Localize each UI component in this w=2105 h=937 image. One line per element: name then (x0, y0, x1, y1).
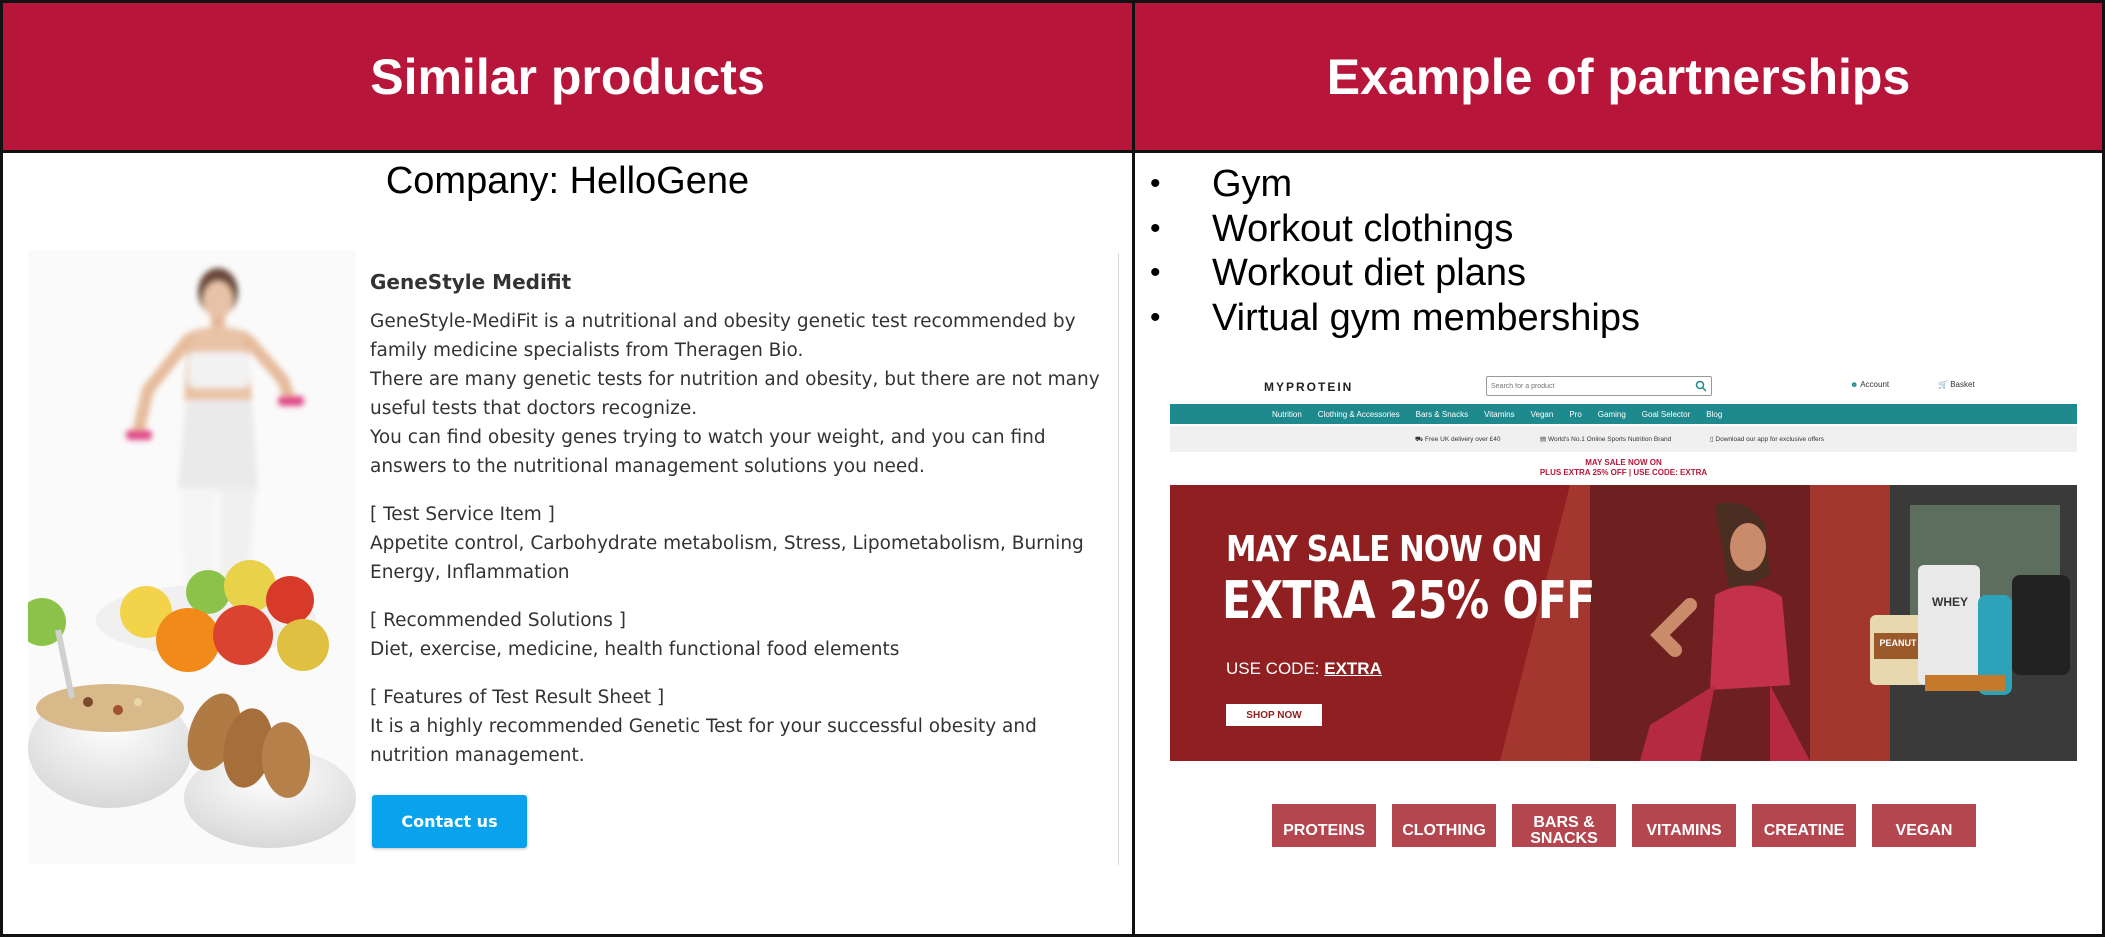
search-box[interactable] (1486, 376, 1712, 396)
partnerships-header: Example of partnerships (1135, 3, 2102, 150)
description-line-2: There are many genetic tests for nutriti… (370, 369, 1100, 419)
nav-item[interactable]: Clothing & Accessories (1318, 410, 1400, 419)
search-icon[interactable] (1695, 380, 1707, 392)
test-items-text: Appetite control, Carbohydrate metabolis… (370, 533, 1084, 583)
list-item: Workout diet plans (1150, 251, 1640, 296)
phone-icon: ▯ (1710, 436, 1714, 443)
category-button[interactable]: VEGAN (1872, 804, 1976, 847)
myprotein-website-screenshot: MYPROTEIN ☻ Account 🛒 Basket Nutrition C… (1170, 370, 2077, 850)
sale-announcement: MAY SALE NOW ON (1585, 458, 1662, 467)
truck-icon: ⛟ (1415, 436, 1424, 443)
company-name: Company: HelloGene (385, 160, 750, 202)
category-buttons: PROTEINS CLOTHING BARS & SNACKS VITAMINS… (1272, 804, 1976, 847)
promo-code: USE CODE: EXTRA (1226, 659, 1382, 678)
solutions-heading: [ Recommended Solutions ] (370, 610, 626, 631)
delivery-info: ⛟ Free UK delivery over £40 (1415, 436, 1501, 443)
user-icon: ☻ (1850, 380, 1859, 389)
nav-item[interactable]: Blog (1706, 410, 1722, 419)
content-separator (1118, 253, 1119, 865)
product-title: GeneStyle Medifit (370, 270, 572, 294)
column-divider (1132, 0, 1135, 937)
description-line-3: You can find obesity genes trying to wat… (370, 427, 1046, 477)
app-info: ▯ Download our app for exclusive offers (1710, 436, 1825, 443)
brand-info: ▤ World's No.1 Online Sports Nutrition B… (1540, 436, 1672, 443)
category-button[interactable]: CREATINE (1752, 804, 1856, 847)
list-item: Workout clothings (1150, 207, 1640, 252)
partnership-list: Gym Workout clothings Workout diet plans… (1150, 162, 1640, 340)
list-item: Gym (1150, 162, 1640, 207)
product-description-block: GeneStyle Medifit GeneStyle-MediFit is a… (370, 268, 1100, 770)
shop-now-button[interactable]: SHOP NOW (1226, 704, 1322, 726)
features-text: It is a highly recommended Genetic Test … (370, 716, 1037, 766)
similar-products-header: Similar products (3, 3, 1132, 150)
basket-link[interactable]: 🛒 Basket (1938, 380, 1975, 389)
basket-icon: 🛒 (1938, 380, 1948, 389)
category-button[interactable]: CLOTHING (1392, 804, 1496, 847)
search-input[interactable] (1491, 379, 1681, 393)
category-button[interactable]: VITAMINS (1632, 804, 1736, 847)
info-strip: ⛟ Free UK delivery over £40 ▤ World's No… (1170, 426, 2077, 452)
banner-discount: EXTRA 25% OFF (1222, 571, 1595, 631)
sale-code-announcement: PLUS EXTRA 25% OFF | USE CODE: EXTRA (1539, 468, 1708, 477)
nav-item[interactable]: Nutrition (1272, 410, 1302, 419)
solutions-text: Diet, exercise, medicine, health functio… (370, 639, 900, 660)
woman-with-fruits-illustration (28, 268, 356, 848)
features-heading: [ Features of Test Result Sheet ] (370, 687, 665, 708)
nav-item[interactable]: Vitamins (1484, 410, 1515, 419)
product-image (28, 250, 356, 864)
sale-banner[interactable]: MAY SALE NOW ON EXTRA 25% OFF USE CODE: … (1170, 485, 2077, 761)
banner-headline: MAY SALE NOW ON (1226, 529, 1543, 570)
category-button[interactable]: BARS & SNACKS (1512, 804, 1616, 847)
nav-item[interactable]: Gaming (1598, 410, 1626, 419)
clipboard-icon: ▤ (1540, 436, 1547, 443)
jar-label: PEANUT (1879, 638, 1917, 648)
account-link[interactable]: ☻ Account (1850, 380, 1889, 389)
nav-item[interactable]: Bars & Snacks (1416, 410, 1468, 419)
contact-us-button[interactable]: Contact us (372, 795, 527, 848)
list-item: Virtual gym memberships (1150, 296, 1640, 341)
promo-code-value: EXTRA (1324, 659, 1382, 678)
category-navbar: Nutrition Clothing & Accessories Bars & … (1170, 404, 2077, 424)
nav-item[interactable]: Pro (1569, 410, 1581, 419)
test-items-heading: [ Test Service Item ] (370, 504, 555, 525)
basket-label: Basket (1950, 380, 1975, 389)
category-button[interactable]: PROTEINS (1272, 804, 1376, 847)
description-line-1: GeneStyle-MediFit is a nutritional and o… (370, 311, 1076, 361)
myprotein-logo[interactable]: MYPROTEIN (1264, 380, 1353, 394)
account-label: Account (1860, 380, 1890, 389)
header-divider (0, 150, 2105, 153)
nav-item[interactable]: Goal Selector (1642, 410, 1690, 419)
pouch-label: WHEY (1932, 595, 1968, 609)
nav-item[interactable]: Vegan (1531, 410, 1554, 419)
